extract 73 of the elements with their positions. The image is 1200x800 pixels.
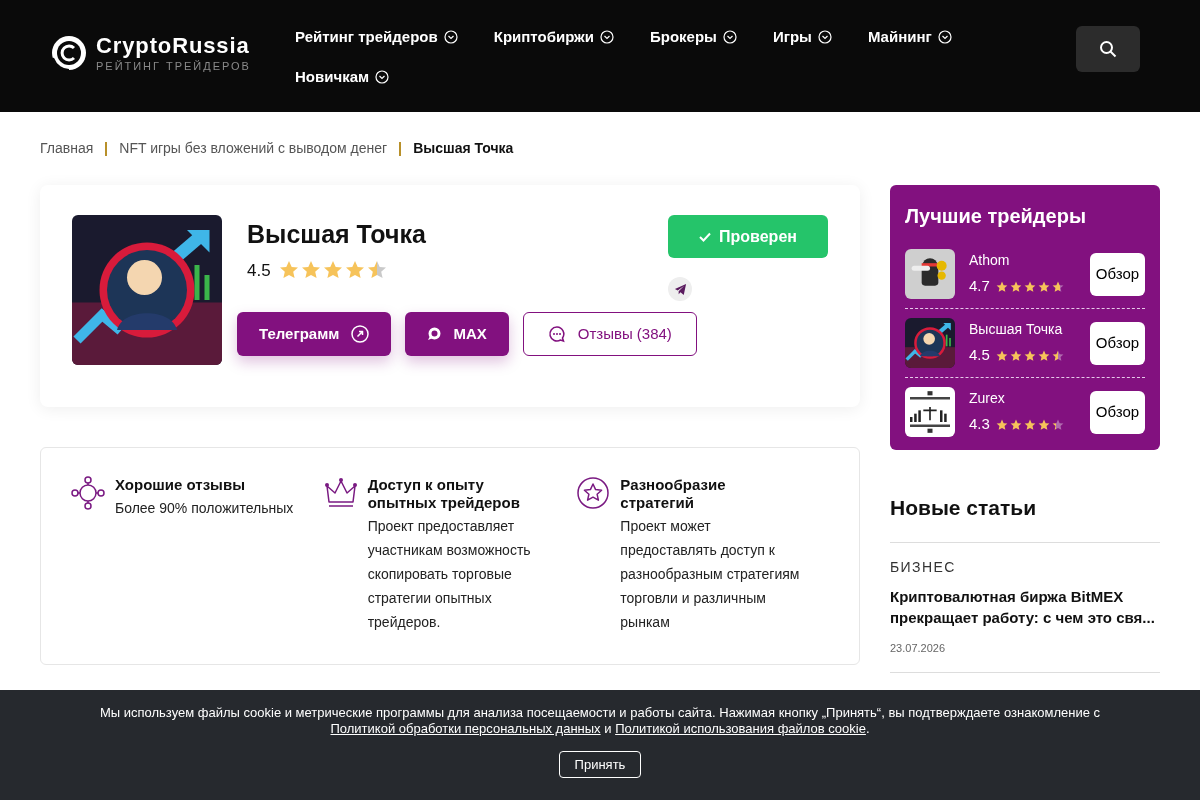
feature-title: Хорошие отзывы: [115, 476, 246, 494]
search-icon: [1099, 40, 1117, 58]
logo-subtitle: РЕЙТИНГ ТРЕЙДЕРОВ: [96, 60, 251, 72]
star-icon: [1009, 349, 1022, 362]
chevron-down-icon: [937, 30, 952, 44]
star-icon: [995, 280, 1008, 293]
telegram-button[interactable]: Телеграмм: [237, 312, 392, 356]
chevron-down-icon: [375, 70, 390, 84]
star-icon: [1037, 418, 1050, 431]
star-icon: [1023, 349, 1036, 362]
panel-title: Лучшие трейдеры: [905, 204, 1087, 229]
cookie-text: Мы используем файлы cookie и метрические программы для анализа посещаемости и работы сайта. Нажимая кнопку „Принять“, вы подтверждаете ознакомление с Политикой обработки персональных данных и Политикой использования файлов cookie.: [98, 705, 1101, 737]
cookie-policy-link[interactable]: Политикой использования файлов cookie: [615, 721, 866, 736]
breadcrumb-link[interactable]: NFT игры без вложений с выводом денег: [119, 138, 388, 159]
feature-title: Доступ к опыту опытных трейдеров: [367, 476, 521, 512]
star-icon: [1051, 418, 1064, 431]
verified-badge: Проверен: [668, 215, 828, 258]
telegram-icon-button[interactable]: [668, 277, 692, 301]
breadcrumb-link[interactable]: Главная: [40, 138, 94, 159]
nav-link[interactable]: Новичкам: [295, 66, 390, 88]
star-icon: [995, 418, 1008, 431]
nav-link[interactable]: Майнинг: [867, 26, 952, 48]
review-button[interactable]: Обзор: [1090, 252, 1145, 296]
comment-icon: [547, 325, 566, 343]
nav-link[interactable]: Криптобиржи: [493, 26, 614, 48]
external-link-icon: [351, 325, 370, 343]
paper-plane-icon: [673, 282, 687, 296]
chevron-down-icon: [443, 30, 458, 44]
rating-value: 4.5: [969, 345, 990, 366]
star-icon: [1051, 349, 1064, 362]
feature-text: Более 90% положительных: [115, 499, 294, 518]
star-icon: [995, 349, 1008, 362]
chevron-down-icon: [722, 30, 737, 44]
network-icon: [71, 476, 105, 510]
star-icon: [1023, 418, 1036, 431]
chevron-down-icon: [599, 30, 614, 44]
chevron-down-icon: [817, 30, 832, 44]
rating-value: 4.7: [969, 276, 990, 297]
logo-icon: [50, 34, 88, 72]
trader-name: Высшая Точка: [969, 320, 1064, 340]
star-icon: [1037, 349, 1050, 362]
star-icon: [1051, 280, 1064, 293]
rating-value: 4.5: [247, 259, 271, 282]
feature-text: Проект может предоставлять доступ к разнообразным стратегиям торговли и различным рынкам: [620, 517, 801, 632]
star-icon: [1023, 280, 1036, 293]
article-category: БИЗНЕС: [890, 557, 957, 577]
trader-name: Zurex: [969, 389, 1006, 409]
star-icon: [1037, 280, 1050, 293]
logo-title: CryptoRussia: [96, 34, 251, 57]
nav-link[interactable]: Рейтинг трейдеров: [295, 26, 458, 48]
nav-link[interactable]: Брокеры: [649, 26, 737, 48]
article-link[interactable]: Криптовалютная биржа BitMEX прекращает работу: с чем это свя...: [890, 585, 1160, 628]
current-page-title: Высшая Точка: [413, 139, 514, 158]
article-date: 23.07.2026: [890, 640, 947, 656]
nav-link[interactable]: Игры: [772, 26, 832, 48]
review-button[interactable]: Обзор: [1090, 390, 1145, 434]
crown-icon: [323, 476, 358, 510]
accept-button[interactable]: Принять: [558, 751, 642, 778]
max-button[interactable]: MAX: [405, 312, 509, 356]
check-icon: [699, 231, 712, 242]
rating-value: 4.3: [969, 414, 990, 435]
reviews-button[interactable]: Отзывы (384): [522, 312, 697, 356]
trader-title: Высшая Точка: [247, 219, 427, 250]
privacy-link[interactable]: Политикой обработки персональных данных: [330, 721, 601, 736]
feature-text: Проект предоставляет участникам возможность скопировать торговые стратегии опытных трейдеров.: [367, 517, 532, 632]
star-icon: [1009, 418, 1022, 431]
chat-bubble-icon: [427, 327, 442, 341]
feature-title: Разнообразие стратегий: [620, 476, 727, 512]
search-button[interactable]: [1076, 26, 1140, 72]
section-title: Новые статьи: [890, 495, 1038, 521]
trader-name: Athom: [969, 251, 1011, 271]
review-button[interactable]: Обзор: [1090, 321, 1145, 365]
star-icon: [1009, 280, 1022, 293]
